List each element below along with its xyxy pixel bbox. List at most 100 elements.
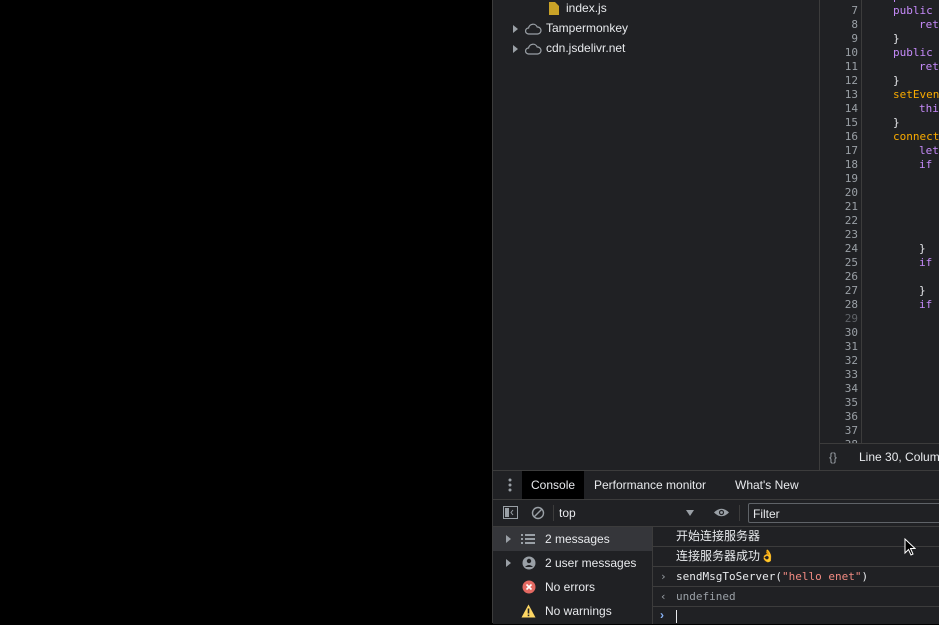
line-number: 17 [844,144,858,157]
line-number: 10 [844,46,858,59]
code-line: if [919,298,933,311]
sidebar-toggle-icon[interactable] [503,506,518,519]
line-number: 27 [844,284,858,297]
line-number: 11 [844,60,858,73]
expand-arrow-icon[interactable] [513,44,518,53]
code-line: setEven [893,88,939,101]
tree-item-label: Tampermonkey [546,21,629,35]
expand-arrow-icon[interactable] [506,559,511,567]
eye-icon[interactable] [713,507,730,518]
sidebar-item-errors[interactable]: No errors [493,575,652,599]
code-line: ret [919,60,939,73]
error-icon [522,580,536,594]
sidebar-item-label: No warnings [545,604,612,618]
text-cursor [676,610,677,623]
code-line: } [893,116,900,129]
code-area[interactable]: public public ret } public ret } setEven… [864,0,939,443]
line-number: 31 [844,340,858,353]
line-number: 36 [844,410,858,423]
tab-console[interactable]: Console [522,471,585,499]
code-line: connect [893,130,939,143]
log-text: 开始连接服务器 [676,529,761,543]
console-log-message: 开始连接服务器 [653,527,939,547]
line-number: 7 [851,4,858,17]
line-number: 13 [844,88,858,101]
line-number: 20 [844,186,858,199]
console-log-message: 连接服务器成功👌 [653,547,939,567]
result-text: undefined [676,590,736,603]
line-number: 19 [844,172,858,185]
prompt-chevron-icon: › [660,608,664,622]
warning-icon [521,604,536,618]
line-number: 32 [844,354,858,367]
line-number: 34 [844,382,858,395]
code-editor[interactable]: 7 8 9 10 11 12 13 14 15 16 17 18 19 20 2… [819,0,939,443]
console-toolbar: top Filter [493,500,939,527]
code-line: public [893,4,933,17]
line-number: 21 [844,200,858,213]
line-number: 29 [844,312,858,325]
command-function: sendMsgToServer [676,570,776,583]
toolbar-divider [739,505,740,521]
sidebar-item-warnings[interactable]: No warnings [493,599,652,623]
code-line: ret [919,18,939,31]
more-options-icon[interactable] [508,478,512,492]
pretty-print-icon[interactable]: {} [829,444,837,471]
line-number-gutter: 7 8 9 10 11 12 13 14 15 16 17 18 19 20 2… [820,0,862,443]
filter-input[interactable]: Filter [748,503,939,523]
expand-arrow-icon[interactable] [513,24,518,33]
console-drawer: Console Performance monitor What's New t… [493,470,939,624]
line-number: 23 [844,228,858,241]
line-number: 35 [844,396,858,409]
code-line: if [919,256,933,269]
user-icon [522,556,536,570]
line-number: 14 [844,102,858,115]
line-number: 8 [851,18,858,31]
command-paren: ) [861,570,869,583]
tab-whats-new[interactable]: What's New [726,471,808,499]
tree-item-index-js[interactable]: index.js [549,0,607,18]
sidebar-item-label: No errors [545,580,596,594]
line-number: 12 [844,74,858,87]
context-label: top [559,506,576,520]
tree-item-cdn-jsdelivr[interactable]: cdn.jsdelivr.net [513,38,625,58]
console-messages: 开始连接服务器 连接服务器成功👌 › sendMsgToServer("hell… [653,527,939,624]
console-prompt[interactable]: › [653,606,939,624]
tree-item-tampermonkey[interactable]: Tampermonkey [513,18,628,38]
line-number: 37 [844,424,858,437]
line-number: 22 [844,214,858,227]
tree-item-label: index.js [566,1,607,15]
sidebar-item-messages[interactable]: 2 messages [493,527,652,551]
line-number: 25 [844,256,858,269]
line-number: 33 [844,368,858,381]
file-icon [549,2,559,16]
dropdown-arrow-icon [686,510,694,516]
tab-performance-monitor[interactable]: Performance monitor [585,471,715,499]
line-number: 30 [844,326,858,339]
code-line: } [893,74,900,87]
code-line: thi [919,102,939,115]
expand-arrow-icon[interactable] [506,535,511,543]
command-paren: ( [775,570,782,583]
result-arrow-icon: ‹ [660,590,667,603]
code-line: let [919,144,939,157]
input-chevron-icon: › [660,570,667,583]
line-number: 18 [844,158,858,171]
drawer-tab-bar: Console Performance monitor What's New [493,471,939,500]
line-number: 16 [844,130,858,143]
tree-item-label: cdn.jsdelivr.net [546,41,626,55]
line-number: 15 [844,116,858,129]
editor-status-bar: {} Line 30, Column [819,443,939,471]
sidebar-item-label: 2 user messages [545,556,637,570]
line-number: 24 [844,242,858,255]
context-selector[interactable]: top [559,505,694,521]
command-string: "hello enet" [781,570,862,583]
code-line: } [919,242,926,255]
clear-console-icon[interactable] [531,506,545,520]
console-result: ‹ undefined [653,587,939,607]
sidebar-item-user-messages[interactable]: 2 user messages [493,551,652,575]
console-input-echo: › sendMsgToServer("hello enet") [653,567,939,587]
line-number: 26 [844,270,858,283]
code-line: } [919,284,926,297]
cloud-icon [525,43,542,55]
